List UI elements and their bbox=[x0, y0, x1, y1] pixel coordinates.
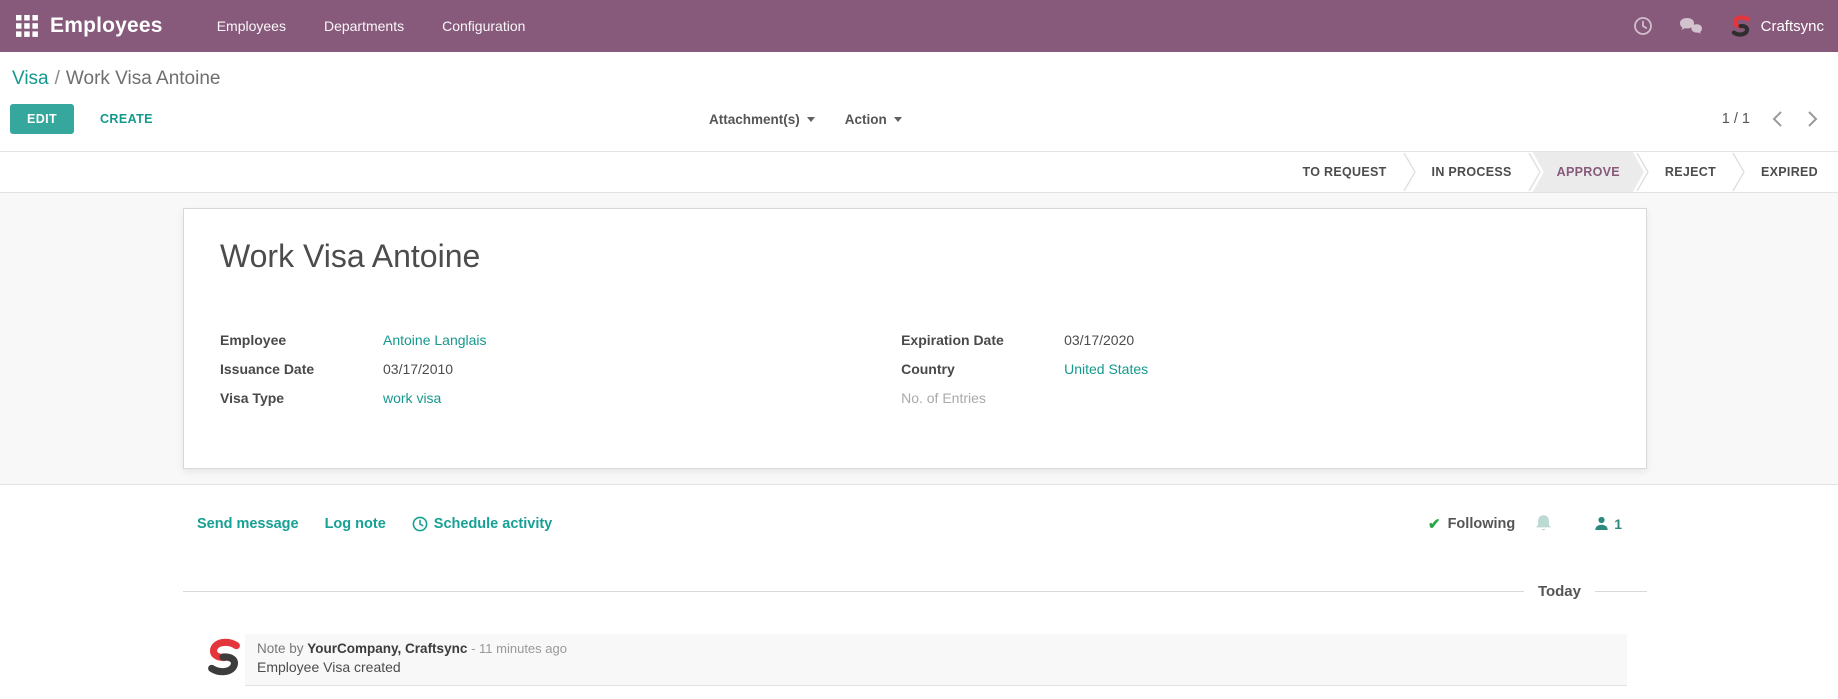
edit-button[interactable]: EDIT bbox=[10, 104, 74, 134]
pager-count: 1 / 1 bbox=[1722, 111, 1750, 127]
user-name: Craftsync bbox=[1761, 18, 1824, 35]
field-row-issuance-date: Issuance Date 03/17/2010 bbox=[220, 354, 901, 383]
log-note-button[interactable]: Log note bbox=[325, 516, 386, 532]
activity-clock-icon bbox=[1633, 16, 1653, 36]
top-menu: Employees Departments Configuration bbox=[215, 14, 528, 38]
menu-configuration[interactable]: Configuration bbox=[440, 14, 527, 38]
form-sheet: Work Visa Antoine Employee Antoine Langl… bbox=[183, 208, 1647, 469]
status-step-to-request[interactable]: TO REQUEST bbox=[1287, 152, 1403, 192]
attachments-dropdown[interactable]: Attachment(s) bbox=[709, 112, 815, 127]
breadcrumb-current: Work Visa Antoine bbox=[66, 68, 221, 89]
send-message-button[interactable]: Send message bbox=[197, 516, 299, 532]
statusbar: TO REQUEST IN PROCESS APPROVE REJECT EXP… bbox=[0, 151, 1838, 193]
issuance-date-field-value: 03/17/2010 bbox=[383, 361, 453, 377]
record-title: Work Visa Antoine bbox=[220, 237, 1610, 275]
field-group: Employee Antoine Langlais Issuance Date … bbox=[220, 325, 1610, 412]
field-row-visa-type: Visa Type work visa bbox=[220, 383, 901, 412]
divider-line bbox=[1595, 591, 1647, 592]
chatter-buttons: Send message Log note Schedule activity bbox=[197, 516, 552, 532]
follow-area: ✔ Following 1 bbox=[1428, 514, 1820, 533]
message-author-avatar bbox=[205, 634, 243, 680]
expiration-date-field-value: 03/17/2020 bbox=[1064, 332, 1134, 348]
message-timestamp: - 11 minutes ago bbox=[471, 641, 567, 656]
s-logo-icon bbox=[205, 635, 243, 679]
field-row-employee: Employee Antoine Langlais bbox=[220, 325, 901, 354]
country-field-label: Country bbox=[901, 361, 1064, 377]
divider-line bbox=[183, 591, 1524, 592]
top-navbar: Employees Employees Departments Configur… bbox=[0, 0, 1838, 52]
message-author: YourCompany, Craftsync bbox=[307, 641, 467, 656]
field-column-right: Expiration Date 03/17/2020 Country Unite… bbox=[901, 325, 1582, 412]
country-field-value[interactable]: United States bbox=[1064, 361, 1148, 377]
schedule-activity-button[interactable]: Schedule activity bbox=[412, 516, 552, 532]
s-logo-icon bbox=[1730, 15, 1752, 37]
menu-employees[interactable]: Employees bbox=[215, 14, 288, 38]
app-title[interactable]: Employees bbox=[50, 14, 163, 38]
status-step-reject[interactable]: REJECT bbox=[1649, 152, 1732, 192]
menu-departments[interactable]: Departments bbox=[322, 14, 406, 38]
notification-bell-button[interactable] bbox=[1535, 514, 1552, 533]
topbar-right: Craftsync bbox=[1633, 14, 1824, 38]
chat-bubbles-icon bbox=[1679, 17, 1703, 35]
breadcrumb-visa-link[interactable]: Visa bbox=[12, 68, 49, 89]
date-divider: Today bbox=[183, 583, 1647, 600]
message-note-prefix: Note by bbox=[257, 641, 304, 656]
following-check-icon: ✔ bbox=[1428, 515, 1441, 533]
pager-previous-button[interactable] bbox=[1770, 108, 1785, 130]
field-row-expiration-date: Expiration Date 03/17/2020 bbox=[901, 325, 1582, 354]
breadcrumb-separator: / bbox=[55, 68, 60, 89]
follower-count: 1 bbox=[1614, 516, 1622, 532]
field-column-left: Employee Antoine Langlais Issuance Date … bbox=[220, 325, 901, 412]
schedule-activity-clock-icon bbox=[412, 516, 428, 532]
field-row-no-of-entries: No. of Entries bbox=[901, 383, 1582, 412]
grid-icon bbox=[15, 14, 39, 38]
breadcrumb: Visa / Work Visa Antoine bbox=[12, 68, 220, 90]
status-step-separator bbox=[1403, 152, 1416, 192]
chevron-right-icon bbox=[1807, 110, 1818, 128]
attachments-label: Attachment(s) bbox=[709, 112, 800, 127]
schedule-activity-label: Schedule activity bbox=[434, 516, 552, 532]
pager: 1 / 1 bbox=[1722, 104, 1820, 134]
action-dropdown[interactable]: Action bbox=[845, 112, 902, 127]
caret-down-icon bbox=[894, 117, 902, 122]
apps-grid-icon[interactable] bbox=[12, 11, 42, 41]
following-button[interactable]: ✔ Following bbox=[1428, 515, 1515, 533]
status-step-expired[interactable]: EXPIRED bbox=[1745, 152, 1834, 192]
status-step-approve-active[interactable]: APPROVE bbox=[1533, 152, 1644, 192]
pager-next-button[interactable] bbox=[1805, 108, 1820, 130]
issuance-date-field-label: Issuance Date bbox=[220, 361, 383, 377]
employee-field-value[interactable]: Antoine Langlais bbox=[383, 332, 487, 348]
create-button[interactable]: CREATE bbox=[100, 104, 153, 134]
form-background-band: Work Visa Antoine Employee Antoine Langl… bbox=[0, 193, 1838, 485]
visa-type-field-value[interactable]: work visa bbox=[383, 390, 441, 406]
employee-field-label: Employee bbox=[220, 332, 383, 348]
control-panel-dropdowns: Attachment(s) Action bbox=[709, 104, 902, 134]
user-avatar bbox=[1729, 14, 1753, 38]
action-label: Action bbox=[845, 112, 887, 127]
expiration-date-field-label: Expiration Date bbox=[901, 332, 1064, 348]
user-menu[interactable]: Craftsync bbox=[1729, 14, 1824, 38]
chatter-message[interactable]: Note by YourCompany, Craftsync - 11 minu… bbox=[245, 634, 1627, 686]
status-step-separator bbox=[1732, 152, 1745, 192]
messages-button[interactable] bbox=[1679, 17, 1703, 35]
message-header: Note by YourCompany, Craftsync - 11 minu… bbox=[257, 641, 1615, 656]
chevron-left-icon bbox=[1772, 110, 1783, 128]
status-step-in-process[interactable]: IN PROCESS bbox=[1416, 152, 1528, 192]
no-of-entries-field-label: No. of Entries bbox=[901, 390, 1064, 406]
follower-person-icon bbox=[1594, 516, 1609, 531]
following-label: Following bbox=[1448, 516, 1516, 532]
bell-icon bbox=[1535, 514, 1552, 533]
field-row-country: Country United States bbox=[901, 354, 1582, 383]
followers-button[interactable]: 1 bbox=[1594, 516, 1622, 532]
visa-type-field-label: Visa Type bbox=[220, 390, 383, 406]
message-body: Employee Visa created bbox=[257, 659, 1615, 675]
caret-down-icon bbox=[807, 117, 815, 122]
activities-button[interactable] bbox=[1633, 16, 1653, 36]
date-divider-label: Today bbox=[1538, 583, 1581, 600]
